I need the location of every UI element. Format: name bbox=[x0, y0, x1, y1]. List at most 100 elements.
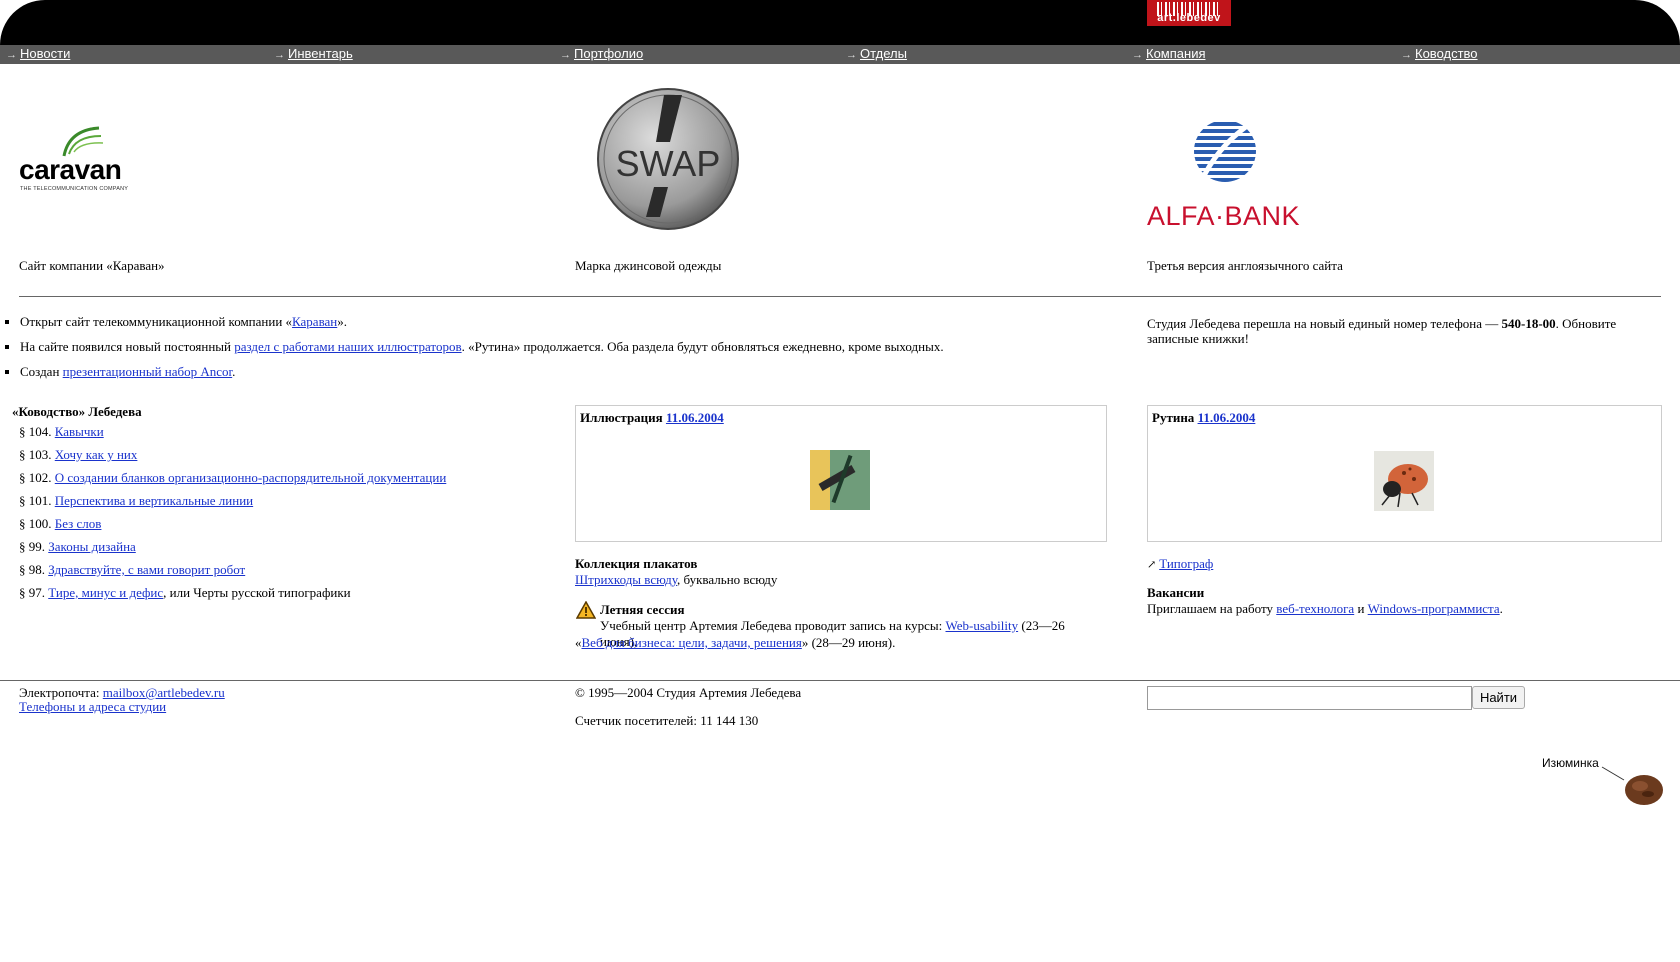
kovodstvo-item: § 99. Законы дизайна bbox=[19, 535, 446, 558]
arrow-icon: → bbox=[1132, 49, 1143, 61]
nav-item-portfolio: → Портфолио bbox=[560, 46, 643, 63]
art-lebedev-logo[interactable]: art.lebedev bbox=[1147, 0, 1231, 26]
kovodstvo-num: § 104. bbox=[19, 424, 55, 439]
ladybug-icon bbox=[1381, 464, 1428, 508]
rutina-date-link[interactable]: 11.06.2004 bbox=[1198, 410, 1256, 425]
tipograf-link[interactable]: Типограф bbox=[1159, 556, 1213, 571]
jobs-post: . bbox=[1499, 601, 1503, 616]
arrow-icon: → bbox=[6, 49, 17, 61]
posters-title: Коллекция плакатов bbox=[575, 556, 698, 571]
phone-announcement: Студия Лебедева перешла на новый единый … bbox=[1147, 316, 1657, 346]
caravan-caption: Сайт компании «Караван» bbox=[19, 258, 165, 273]
kovodstvo-link[interactable]: Без слов bbox=[55, 516, 102, 531]
swap-logo[interactable]: SWAP bbox=[596, 87, 740, 231]
raisin-label: Изюминка bbox=[1542, 756, 1599, 770]
rutina-box: Рутина 11.06.2004 bbox=[1147, 405, 1662, 542]
news-link-caravan[interactable]: Караван bbox=[292, 314, 337, 329]
nav-item-departments: → Отделы bbox=[846, 46, 907, 63]
top-bar bbox=[0, 0, 1680, 45]
posters-link[interactable]: Штрихкоды всюду bbox=[575, 572, 677, 587]
nav-link-inventory[interactable]: Инвентарь bbox=[288, 46, 353, 61]
alfa-caption: Третья версия англоязычного сайта bbox=[1147, 258, 1343, 273]
nav-item-inventory: → Инвентарь bbox=[274, 46, 353, 63]
kovodstvo-item: § 100. Без слов bbox=[19, 512, 446, 535]
email-label: Электропочта: bbox=[19, 685, 103, 700]
jobs-title: Вакансии bbox=[1147, 585, 1205, 600]
tipograf-line: ↗ Типограф bbox=[1147, 556, 1213, 572]
jobs-pre: Приглашаем на работу bbox=[1147, 601, 1277, 616]
alfa-bank-logo[interactable]: ALFA·BANK bbox=[1147, 118, 1300, 232]
caravan-logo-text: caravan bbox=[19, 154, 122, 185]
summer-line2: «Веб для бизнеса: цели, задачи, решения»… bbox=[575, 635, 1095, 651]
illustration-box: Иллюстрация 11.06.2004 bbox=[575, 405, 1107, 542]
kovodstvo-link[interactable]: Здравствуйте, с вами говорит робот bbox=[48, 562, 245, 577]
news-text: . bbox=[232, 364, 236, 379]
kovodstvo-link[interactable]: Тире, минус и дефис bbox=[48, 585, 163, 600]
jobs-mid: и bbox=[1354, 601, 1368, 616]
kovodstvo-link[interactable]: О создании бланков организационно-распор… bbox=[55, 470, 447, 485]
kovodstvo-num: § 102. bbox=[19, 470, 55, 485]
kovodstvo-post: , или Черты русской типографики bbox=[163, 585, 351, 600]
kovodstvo-link[interactable]: Перспектива и вертикальные линии bbox=[55, 493, 253, 508]
nav-item-company: → Компания bbox=[1132, 46, 1206, 63]
summer-link-usability[interactable]: Web-usability bbox=[946, 618, 1019, 633]
contacts-link[interactable]: Телефоны и адреса студии bbox=[19, 699, 166, 714]
kovodstvo-num: § 103. bbox=[19, 447, 55, 462]
caravan-logo-sub: THE TELECOMMUNICATION COMPANY bbox=[20, 186, 129, 192]
rutina-label: Рутина bbox=[1152, 410, 1198, 425]
kovodstvo-link[interactable]: Хочу как у них bbox=[55, 447, 138, 462]
summer-title: Летняя сессия bbox=[600, 602, 685, 617]
email-link[interactable]: mailbox@artlebedev.ru bbox=[103, 685, 225, 700]
kovodstvo-item: § 97. Тире, минус и дефис, или Черты рус… bbox=[19, 581, 446, 604]
news-text: Создан bbox=[20, 364, 63, 379]
kovodstvo-num: § 98. bbox=[19, 562, 49, 577]
nav-link-news[interactable]: Новости bbox=[20, 46, 70, 61]
alfa-logo-text: ALFA·BANK bbox=[1147, 201, 1301, 231]
news-link-illustrators[interactable]: раздел с работами наших иллюстраторов bbox=[234, 339, 461, 354]
kovodstvo-item: § 98. Здравствуйте, с вами говорит робот bbox=[19, 558, 446, 581]
search-button[interactable]: Найти bbox=[1472, 686, 1525, 709]
kovodstvo-item: § 104. Кавычки bbox=[19, 420, 446, 443]
swap-caption: Марка джинсовой одежды bbox=[575, 258, 722, 273]
caravan-logo[interactable]: caravan THE TELECOMMUNICATION COMPANY bbox=[19, 120, 149, 200]
nav-link-portfolio[interactable]: Портфолио bbox=[574, 46, 643, 61]
kovodstvo-num: § 101. bbox=[19, 493, 55, 508]
news-text: Открыт сайт телекоммуникационной компани… bbox=[20, 314, 293, 329]
nav-item-news: → Новости bbox=[6, 46, 70, 63]
raisin-icon[interactable] bbox=[1600, 762, 1670, 812]
summer-link-business[interactable]: Веб для бизнеса: цели, задачи, решения bbox=[582, 635, 802, 650]
kovodstvo-num: § 97. bbox=[19, 585, 49, 600]
posters-post: , буквально всюду bbox=[677, 572, 778, 587]
arrow-icon: ↗ bbox=[1147, 559, 1157, 571]
rutina-title: Рутина 11.06.2004 bbox=[1152, 410, 1255, 426]
kovodstvo-link[interactable]: Законы дизайна bbox=[48, 539, 136, 554]
kovodstvo-list: § 104. Кавычки § 103. Хочу как у них § 1… bbox=[19, 420, 446, 604]
kovodstvo-num: § 100. bbox=[19, 516, 55, 531]
illustration-date-link[interactable]: 11.06.2004 bbox=[666, 410, 724, 425]
phone-text: Студия Лебедева перешла на новый единый … bbox=[1147, 316, 1502, 331]
nav-link-departments[interactable]: Отделы bbox=[860, 46, 907, 61]
news-list: Открыт сайт телекоммуникационной компани… bbox=[8, 314, 1118, 389]
arrow-icon: → bbox=[846, 49, 857, 61]
footer-divider bbox=[0, 680, 1680, 681]
jobs-link-windows[interactable]: Windows-программиста bbox=[1368, 601, 1500, 616]
rutina-thumbnail[interactable] bbox=[1374, 451, 1434, 511]
summer-post2: » (28—29 июня). bbox=[801, 635, 896, 650]
nav-item-kovodstvo: → Ководство bbox=[1401, 46, 1478, 63]
illustration-title: Иллюстрация 11.06.2004 bbox=[580, 410, 724, 426]
kovodstvo-link[interactable]: Кавычки bbox=[55, 424, 104, 439]
search-input[interactable] bbox=[1147, 686, 1472, 710]
nav-link-company[interactable]: Компания bbox=[1146, 46, 1206, 61]
illustration-thumbnail[interactable] bbox=[810, 450, 870, 510]
jobs-link-webtech[interactable]: веб-технолога bbox=[1276, 601, 1354, 616]
news-item: Создан презентационный набор Ancor. bbox=[20, 364, 1118, 380]
arrow-icon: → bbox=[560, 49, 571, 61]
alfa-globe-icon bbox=[1194, 122, 1256, 182]
news-link-ancor[interactable]: презентационный набор Ancor bbox=[63, 364, 233, 379]
jobs-line: Приглашаем на работу веб-технолога и Win… bbox=[1147, 601, 1503, 617]
nav-link-kovodstvo[interactable]: Ководство bbox=[1415, 46, 1478, 61]
warning-icon bbox=[575, 600, 597, 619]
swap-logo-text: SWAP bbox=[615, 143, 721, 184]
kovodstvo-item: § 101. Перспектива и вертикальные линии bbox=[19, 489, 446, 512]
news-text: . «Рутина» продолжается. Оба раздела буд… bbox=[461, 339, 944, 354]
